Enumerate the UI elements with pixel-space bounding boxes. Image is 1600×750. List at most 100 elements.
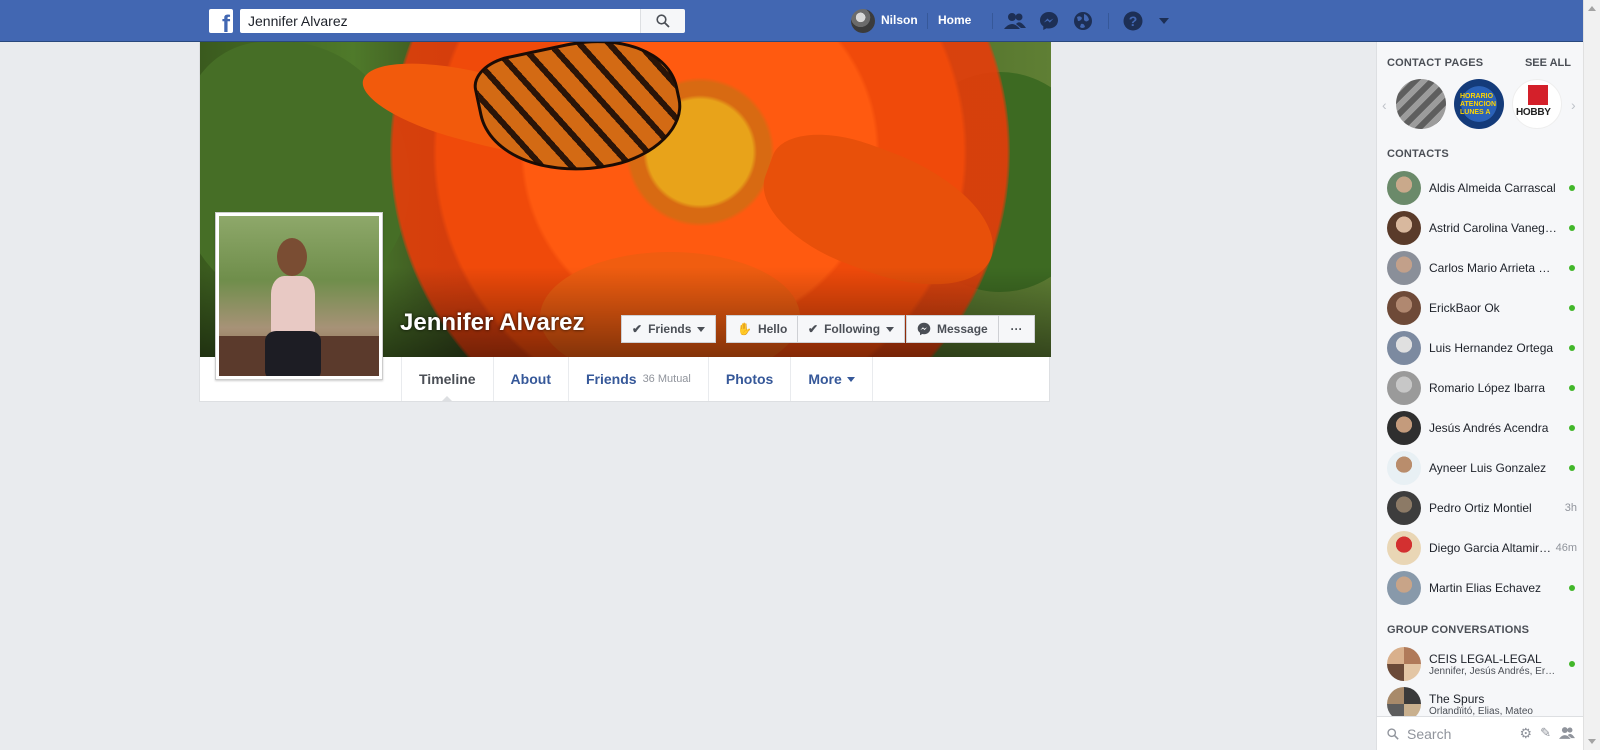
tab-friends[interactable]: Friends 36 Mutual	[569, 357, 709, 401]
contact-name: Astrid Carolina Vanegas	[1429, 221, 1557, 235]
avatar	[1387, 211, 1421, 245]
ellipsis-icon: ···	[1010, 322, 1023, 336]
tab-more[interactable]: More	[791, 357, 873, 401]
hello-wave-button[interactable]: ✋ Hello	[726, 315, 799, 343]
profile-header: Jennifer Alvarez ✔ Friends ✋ Hello ✔ Fol…	[199, 42, 1051, 402]
avatar	[1387, 171, 1421, 205]
nav-divider	[992, 13, 993, 29]
user-name-link[interactable]: Nilson	[881, 13, 918, 27]
contact-name: Pedro Ortiz Montiel	[1429, 501, 1532, 515]
contact-name: Carlos Mario Arrieta Pérez	[1429, 261, 1557, 275]
group-name: CEIS LEGAL-LEGAL	[1429, 651, 1542, 666]
facebook-logo-icon[interactable]: f	[209, 9, 233, 33]
search-icon	[1387, 727, 1399, 740]
notifications-globe-icon[interactable]	[1072, 10, 1094, 32]
new-message-icon[interactable]: ✎	[1540, 726, 1551, 740]
check-icon: ✔	[632, 322, 643, 336]
contact-name: Martin Elias Echavez	[1429, 581, 1542, 595]
contact-item[interactable]: Diego Garcia Altamiranda 46m	[1387, 530, 1577, 566]
contact-item[interactable]: Ayneer Luis Gonzalez	[1387, 450, 1577, 486]
hobby-logo-icon	[1528, 85, 1548, 105]
chat-tools: ⚙ ✎	[1520, 726, 1575, 740]
tab-photos[interactable]: Photos	[709, 357, 792, 401]
account-menu-chevron-down-icon[interactable]	[1153, 10, 1175, 32]
search-input[interactable]: Jennifer Alvarez	[240, 9, 640, 33]
contacts-heading: CONTACTS	[1387, 148, 1449, 160]
tab-label: Friends	[585, 371, 637, 387]
profile-picture[interactable]	[215, 212, 383, 380]
friends-button-label: Friends	[648, 322, 692, 336]
online-status-dot	[1569, 185, 1575, 191]
home-link[interactable]: Home	[938, 13, 971, 27]
contact-item[interactable]: Aldis Almeida Carrascal	[1387, 170, 1577, 206]
scroll-up-arrow-icon[interactable]	[1588, 6, 1596, 11]
scroll-down-arrow-icon[interactable]	[1588, 739, 1596, 744]
group-conversations-heading: GROUP CONVERSATIONS	[1387, 624, 1530, 636]
gear-icon[interactable]: ⚙	[1520, 726, 1533, 740]
profile-name[interactable]: Jennifer Alvarez	[400, 309, 585, 337]
profile-picture-legs	[265, 331, 321, 376]
search-button[interactable]	[640, 9, 685, 33]
message-button-label: Message	[937, 322, 988, 336]
avatar	[1387, 571, 1421, 605]
group-members: Órlandïitó, Elias, Mateo	[1429, 705, 1533, 717]
profile-picture-body	[271, 276, 315, 336]
group-members: Jennifer, Jesús Andrés, Erick	[1429, 665, 1557, 677]
new-group-icon[interactable]	[1559, 726, 1575, 740]
contact-name: Aldis Almeida Carrascal	[1429, 181, 1556, 195]
messenger-icon	[917, 322, 931, 336]
contact-page-thumbnail[interactable]: HOBBY	[1512, 79, 1562, 129]
hello-button-label: Hello	[757, 322, 788, 336]
tab-label: More	[808, 371, 842, 387]
search-icon	[656, 14, 670, 28]
nav-divider	[1108, 13, 1109, 29]
online-status-dot	[1569, 661, 1575, 667]
check-icon: ✔	[808, 322, 819, 336]
last-active-time: 46m	[1555, 542, 1577, 554]
tab-label: Timeline	[419, 371, 476, 387]
page-thumb-text: HOBBY	[1516, 107, 1551, 118]
friends-button[interactable]: ✔ Friends	[621, 315, 717, 343]
online-status-dot	[1569, 265, 1575, 271]
user-avatar[interactable]	[851, 9, 875, 33]
messenger-icon[interactable]	[1038, 10, 1060, 32]
following-button[interactable]: ✔ Following	[797, 315, 906, 343]
contact-item[interactable]: Astrid Carolina Vanegas	[1387, 210, 1577, 246]
group-conversation-item[interactable]: CEIS LEGAL-LEGAL Jennifer, Jesús Andrés, …	[1387, 646, 1577, 682]
contact-name: Diego Garcia Altamiranda	[1429, 541, 1557, 555]
caret-down-icon	[697, 326, 706, 332]
contact-item[interactable]: Romario López Ibarra	[1387, 370, 1577, 406]
more-options-button[interactable]: ···	[998, 315, 1035, 343]
contact-item[interactable]: Martin Elias Echavez	[1387, 570, 1577, 606]
chevron-left-icon[interactable]: ‹	[1382, 97, 1387, 113]
online-status-dot	[1569, 345, 1575, 351]
contact-item[interactable]: Carlos Mario Arrieta Pérez	[1387, 250, 1577, 286]
contact-item[interactable]: Luis Hernandez Ortega	[1387, 330, 1577, 366]
avatar	[1387, 291, 1421, 325]
caret-down-icon	[886, 326, 895, 332]
contact-item[interactable]: ErickBaor Ok	[1387, 290, 1577, 326]
nav-divider	[927, 13, 928, 29]
contact-name: Ayneer Luis Gonzalez	[1429, 461, 1547, 475]
avatar	[1387, 331, 1421, 365]
contact-item[interactable]: Jesús Andrés Acendra	[1387, 410, 1577, 446]
avatar	[1387, 371, 1421, 405]
tab-timeline[interactable]: Timeline	[402, 357, 494, 402]
contact-name: Romario López Ibarra	[1429, 381, 1546, 395]
page-scrollbar[interactable]	[1583, 0, 1600, 750]
message-button[interactable]: Message	[906, 315, 999, 343]
tab-label: About	[510, 371, 551, 387]
online-status-dot	[1569, 305, 1575, 311]
contact-page-thumbnail[interactable]: HORARIO ATENCION LUNES A VIERNES SABADOS	[1454, 79, 1504, 129]
avatar	[1387, 451, 1421, 485]
tab-about[interactable]: About	[494, 357, 569, 401]
chat-search-input[interactable]: Search ⚙ ✎	[1377, 716, 1583, 750]
contact-page-thumbnail[interactable]	[1396, 79, 1446, 129]
avatar	[1387, 531, 1421, 565]
see-all-link[interactable]: SEE ALL	[1525, 57, 1571, 69]
contact-item[interactable]: Pedro Ortiz Montiel 3h	[1387, 490, 1577, 526]
friend-requests-icon[interactable]	[1004, 10, 1026, 32]
help-icon[interactable]: ?	[1122, 10, 1144, 32]
chevron-right-icon[interactable]: ›	[1571, 97, 1576, 113]
group-name: The Spurs	[1429, 691, 1485, 706]
